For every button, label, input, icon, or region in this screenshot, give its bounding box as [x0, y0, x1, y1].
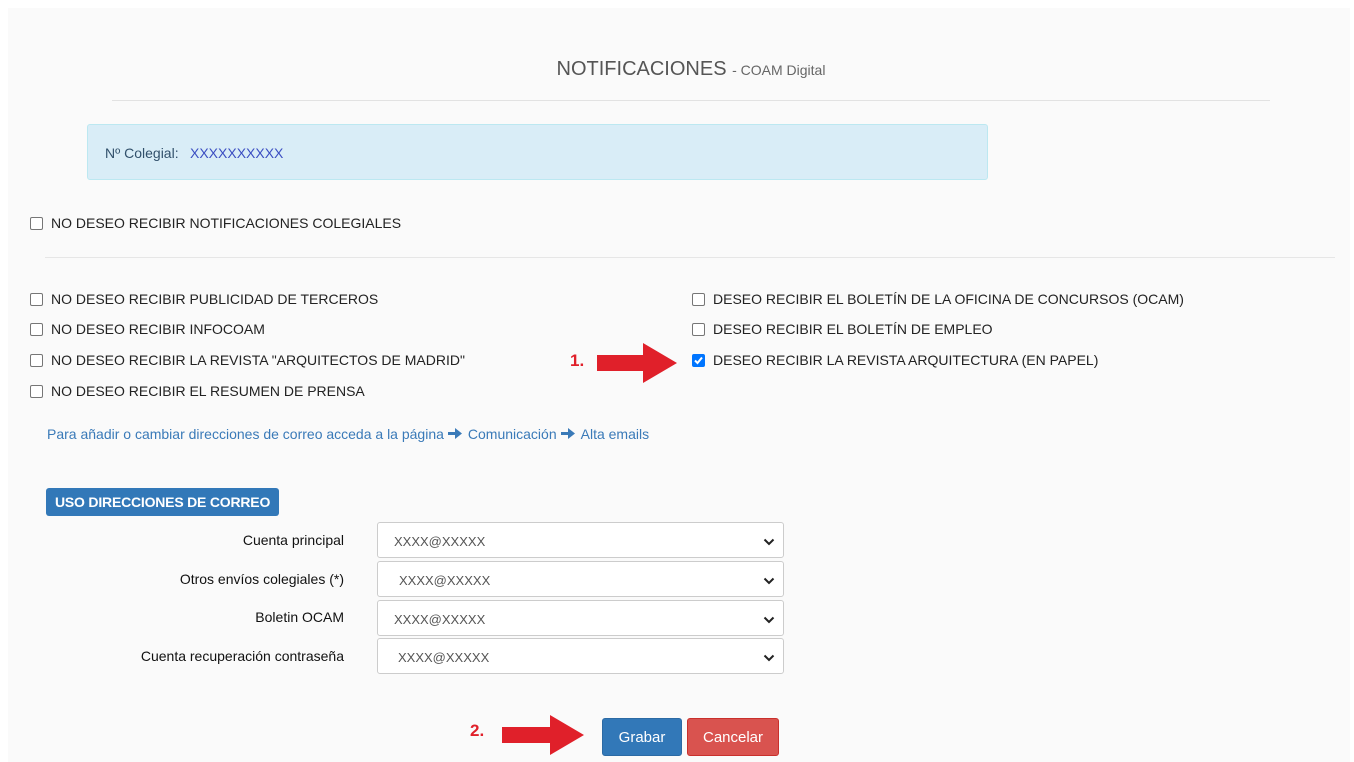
option-label: NO DESEO RECIBIR LA REVISTA "ARQUITECTOS… — [51, 352, 465, 368]
select-otros-envios[interactable]: XXXX@XXXXX — [377, 561, 784, 597]
link-comunicacion[interactable]: Comunicación — [468, 426, 557, 442]
opt-publicidad-terceros[interactable]: NO DESEO RECIBIR PUBLICIDAD DE TERCEROS — [30, 291, 378, 307]
opt-revista-arquitectos-madrid[interactable]: NO DESEO RECIBIR LA REVISTA "ARQUITECTOS… — [30, 352, 465, 368]
opt-resumen-prensa[interactable]: NO DESEO RECIBIR EL RESUMEN DE PRENSA — [30, 383, 365, 399]
member-number-value: XXXXXXXXXX — [190, 145, 284, 161]
select-cuenta-recuperacion[interactable]: XXXX@XXXXX — [377, 638, 784, 674]
chevron-down-icon — [763, 651, 775, 666]
section-divider — [45, 257, 1335, 258]
opt-infocoam[interactable]: NO DESEO RECIBIR INFOCOAM — [30, 321, 265, 337]
page-title: NOTIFICACIONES - COAM Digital — [0, 58, 1354, 81]
opt-revista-arquitectura-papel[interactable]: DESEO RECIBIR LA REVISTA ARQUITECTURA (E… — [692, 352, 1098, 368]
label-cuenta-principal: Cuenta principal — [242, 532, 344, 548]
page-title-main: NOTIFICACIONES — [556, 58, 727, 80]
option-label: DESEO RECIBIR LA REVISTA ARQUITECTURA (E… — [713, 352, 1099, 368]
red-arrow-icon — [502, 715, 584, 755]
page-title-sub: - COAM Digital — [732, 62, 826, 78]
label-cuenta-recuperacion: Cuenta recuperación contraseña — [140, 648, 344, 664]
save-button[interactable]: Grabar — [602, 718, 682, 756]
chevron-down-icon — [763, 574, 775, 589]
select-value: XXXX@XXXXX — [394, 612, 486, 627]
link-alta-emails[interactable]: Alta emails — [581, 426, 649, 442]
member-number-label: Nº Colegial: — [105, 145, 179, 161]
option-label: DESEO RECIBIR EL BOLETÍN DE EMPLEO — [713, 321, 993, 337]
opt-no-notificaciones[interactable]: NO DESEO RECIBIR NOTIFICACIONES COLEGIAL… — [30, 215, 401, 231]
title-divider — [112, 100, 1270, 101]
opt-boletin-empleo[interactable]: DESEO RECIBIR EL BOLETÍN DE EMPLEO — [692, 321, 993, 337]
cancel-button[interactable]: Cancelar — [687, 718, 779, 756]
annotation-step-1: 1. — [570, 351, 585, 370]
checkbox[interactable] — [30, 322, 43, 336]
checkbox[interactable] — [30, 292, 43, 306]
label-otros-envios: Otros envíos colegiales (*) — [179, 571, 344, 587]
email-section-title: USO DIRECCIONES DE CORREO — [46, 488, 280, 516]
checkbox-checked[interactable] — [692, 353, 705, 367]
option-label: NO DESEO RECIBIR PUBLICIDAD DE TERCEROS — [51, 291, 379, 307]
checkbox[interactable] — [30, 353, 43, 367]
annotation-step-2: 2. — [470, 721, 485, 740]
option-label: NO DESEO RECIBIR EL RESUMEN DE PRENSA — [51, 383, 365, 399]
red-arrow-icon — [597, 343, 677, 383]
select-value: XXXX@XXXXX — [394, 534, 486, 549]
checkbox[interactable] — [692, 322, 705, 336]
label-boletin-ocam: Boletin OCAM — [255, 609, 344, 625]
option-label: NO DESEO RECIBIR INFOCOAM — [51, 321, 265, 337]
checkbox[interactable] — [692, 292, 705, 306]
option-label: NO DESEO RECIBIR NOTIFICACIONES COLEGIAL… — [51, 215, 402, 231]
select-value: XXXX@XXXXX — [398, 650, 490, 665]
help-text: Para añadir o cambiar direcciones de cor… — [47, 426, 444, 442]
email-help-text: Para añadir o cambiar direcciones de cor… — [47, 426, 649, 442]
option-label: DESEO RECIBIR EL BOLETÍN DE LA OFICINA D… — [713, 291, 1184, 307]
select-boletin-ocam[interactable]: XXXX@XXXXX — [377, 600, 784, 636]
chevron-down-icon — [763, 535, 775, 550]
select-cuenta-principal[interactable]: XXXX@XXXXX — [377, 522, 784, 558]
checkbox[interactable] — [30, 384, 43, 398]
member-info-box: Nº Colegial: XXXXXXXXXX — [87, 124, 988, 180]
opt-boletin-ocam[interactable]: DESEO RECIBIR EL BOLETÍN DE LA OFICINA D… — [692, 291, 1184, 307]
checkbox[interactable] — [30, 216, 43, 230]
arrow-right-icon — [447, 426, 462, 442]
chevron-down-icon — [763, 613, 775, 628]
arrow-right-icon — [560, 426, 575, 442]
select-value: XXXX@XXXXX — [399, 573, 491, 588]
